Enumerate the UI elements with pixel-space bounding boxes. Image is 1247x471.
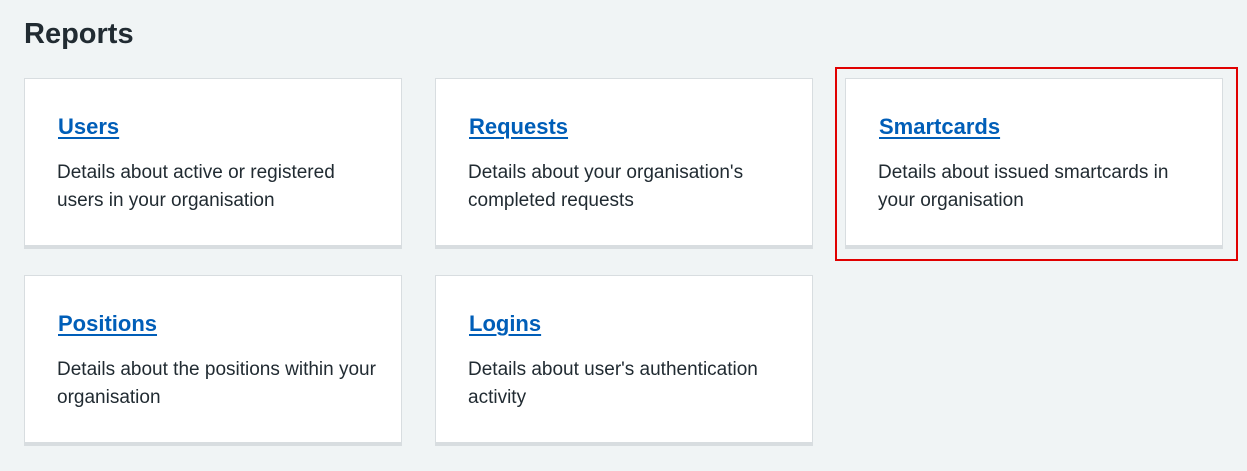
users-description: Details about active or registered users… bbox=[57, 162, 335, 211]
requests-link[interactable]: Requests bbox=[469, 113, 568, 141]
smartcards-link[interactable]: Smartcards bbox=[879, 113, 1000, 141]
positions-link[interactable]: Positions bbox=[58, 310, 157, 338]
users-link[interactable]: Users bbox=[58, 113, 119, 141]
report-card-requests[interactable]: Requests Details about your organisation… bbox=[435, 78, 813, 249]
report-card-logins[interactable]: Logins Details about user's authenticati… bbox=[435, 275, 813, 446]
positions-description: Details about the positions within your … bbox=[57, 359, 376, 408]
report-card-positions[interactable]: Positions Details about the positions wi… bbox=[24, 275, 402, 446]
logins-link[interactable]: Logins bbox=[469, 310, 541, 338]
logins-description: Details about user's authentication acti… bbox=[468, 359, 758, 408]
requests-description: Details about your organisation's comple… bbox=[468, 162, 744, 211]
report-card-users[interactable]: Users Details about active or registered… bbox=[24, 78, 402, 249]
report-card-smartcards[interactable]: Smartcards Details about issued smartcar… bbox=[845, 78, 1223, 249]
smartcards-description: Details about issued smartcards in your … bbox=[878, 162, 1169, 211]
page-title: Reports bbox=[24, 18, 134, 50]
